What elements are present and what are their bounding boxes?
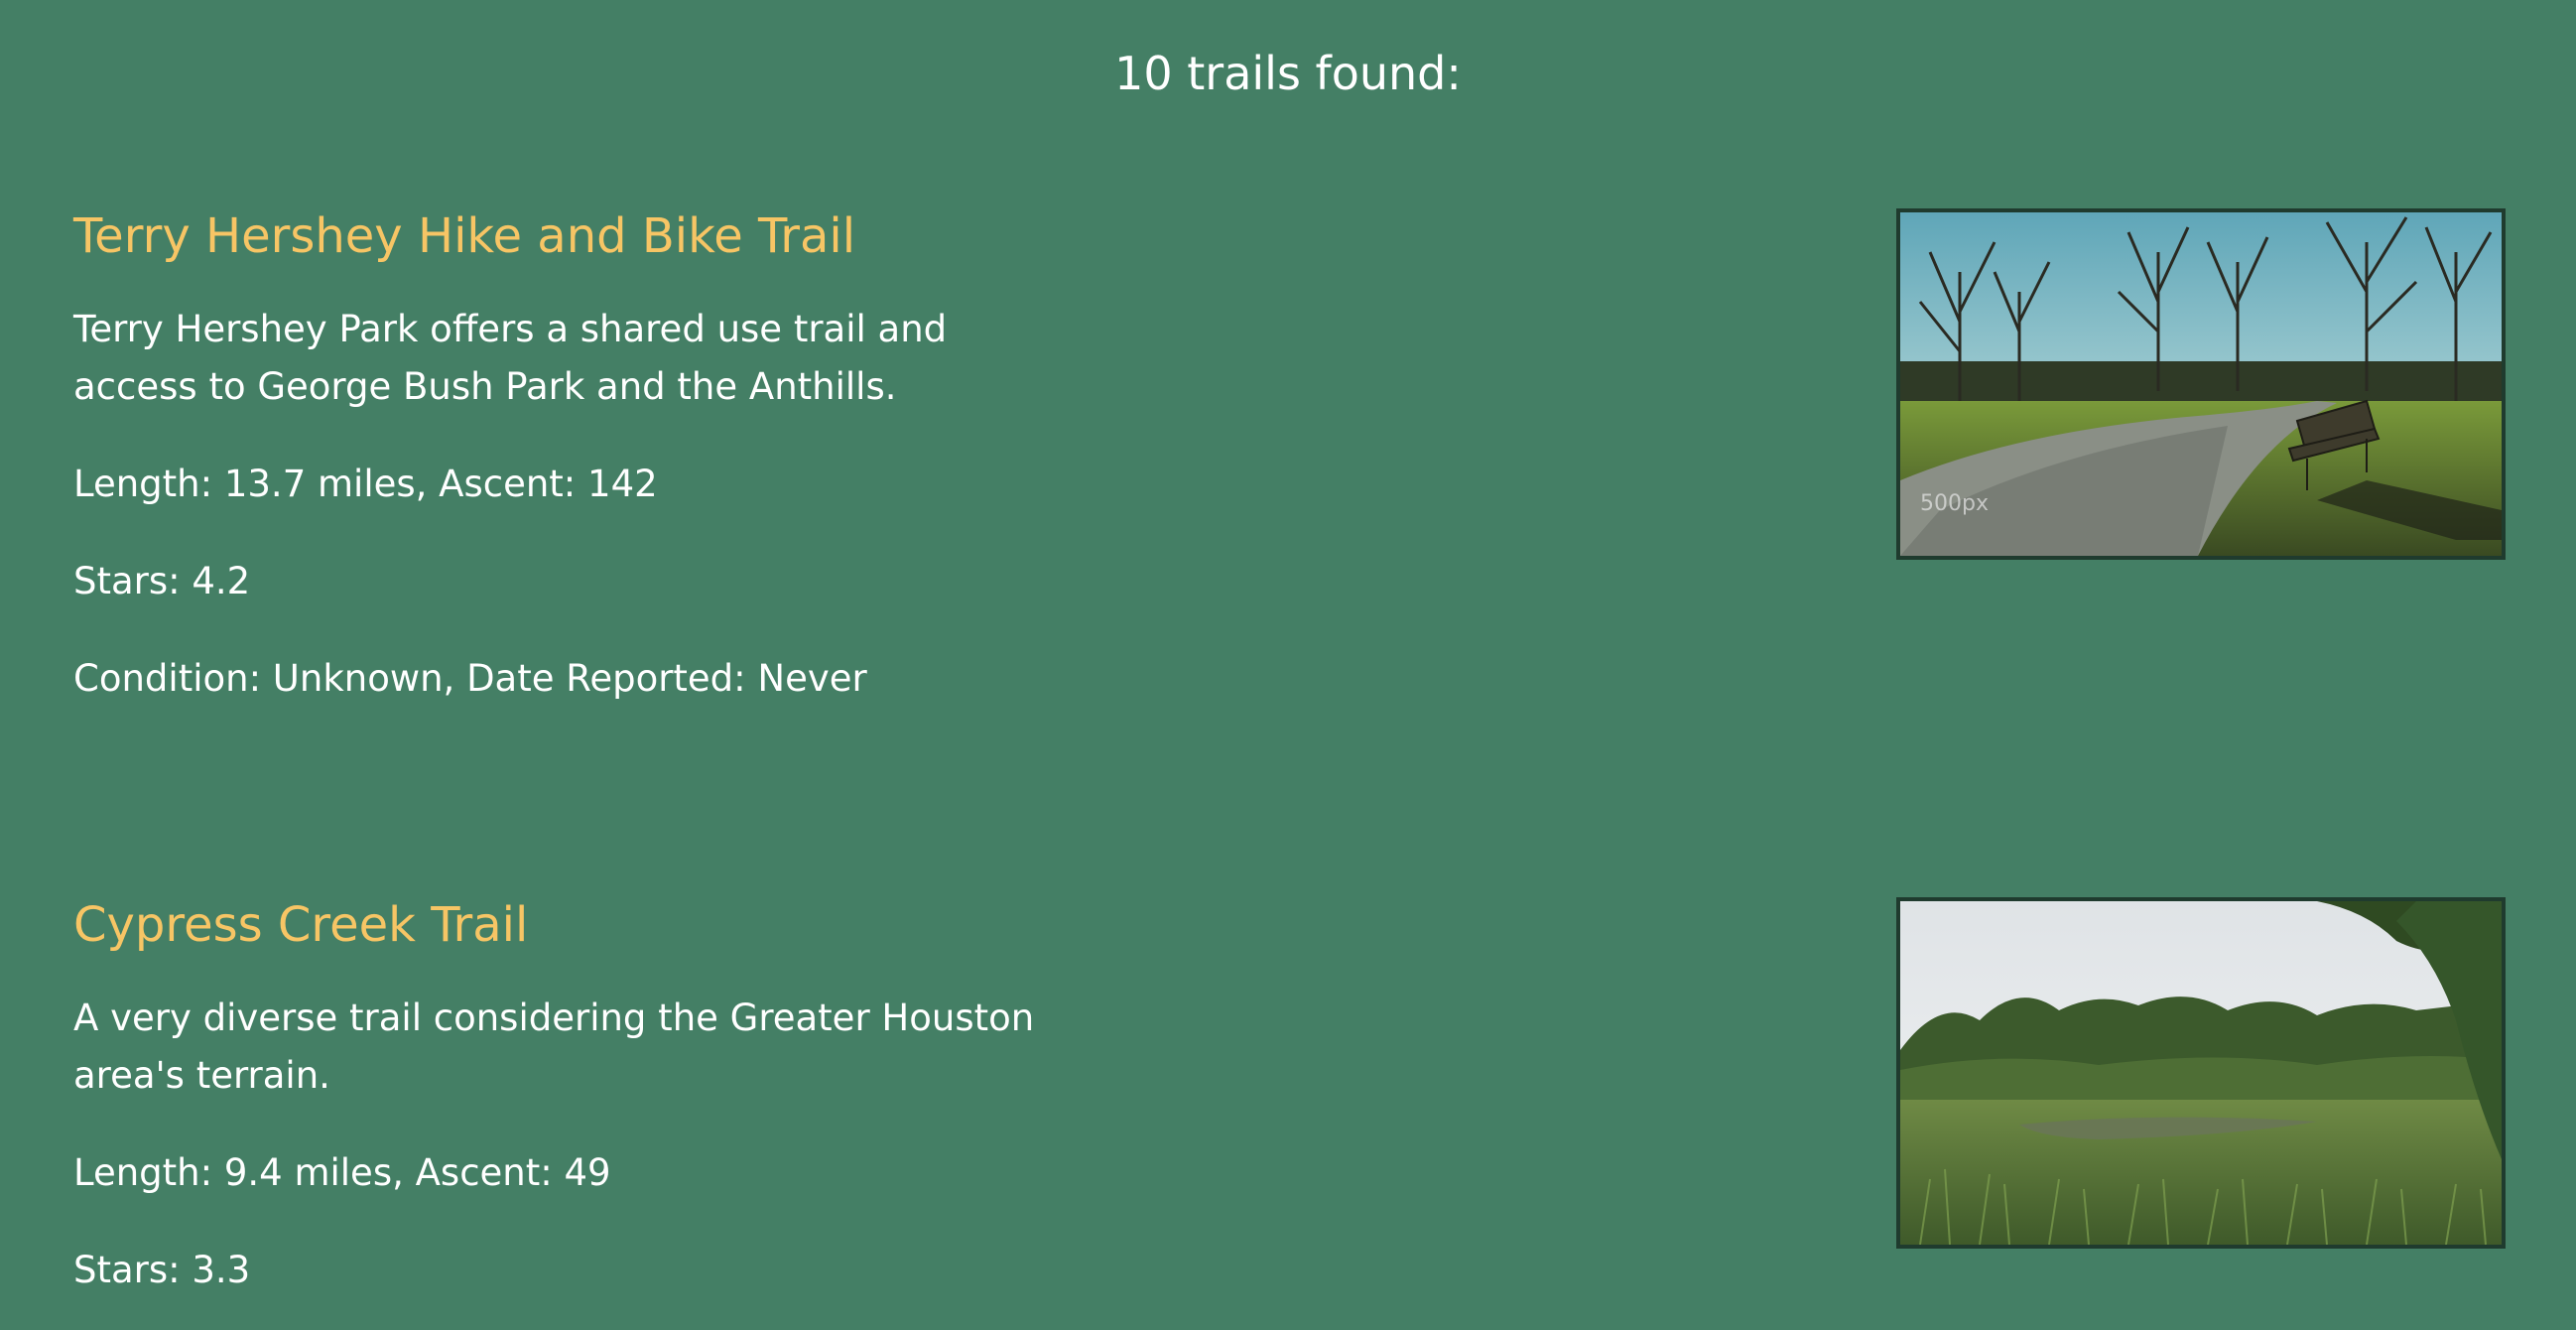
creek-marsh-photo	[1900, 901, 2502, 1245]
trail-photo: 500px	[1896, 208, 2506, 560]
trail-summary: Terry Hershey Park offers a shared use t…	[73, 308, 948, 408]
trail-card: Terry Hershey Hike and Bike Trail Terry …	[73, 203, 2506, 708]
trail-card: Cypress Creek Trail A very diverse trail…	[73, 892, 2506, 1299]
photo-watermark: 500px	[1920, 491, 1989, 516]
results-count-heading: 10 trails found:	[1114, 47, 1462, 100]
park-path-bench-photo: 500px	[1900, 212, 2502, 556]
trail-stars: Stars: 3.3	[73, 1249, 251, 1291]
trail-summary: A very diverse trail considering the Gre…	[73, 997, 1035, 1097]
trail-condition: Condition: Unknown, Date Reported: Never	[73, 657, 867, 700]
trail-stars: Stars: 4.2	[73, 560, 251, 602]
trail-photo	[1896, 897, 2506, 1249]
